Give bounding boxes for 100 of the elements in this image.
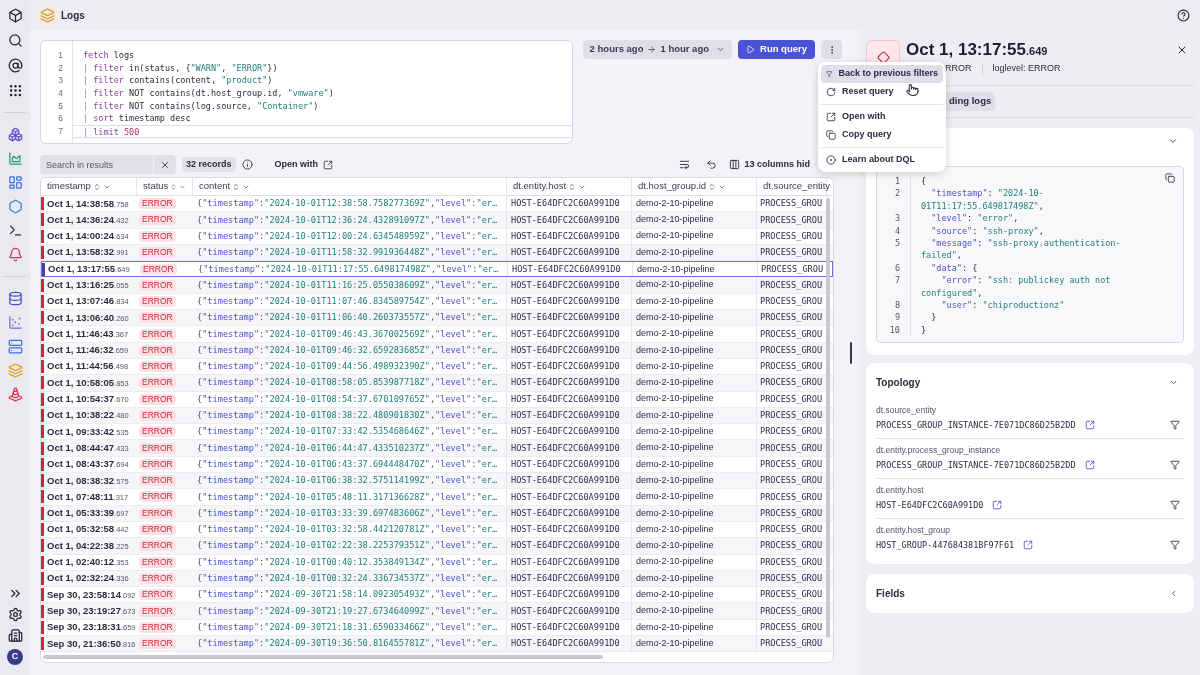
status-bar (41, 539, 44, 553)
content-cell: {"timestamp":"2024-10-01T11:16:25.055038609Z","level":"er… (197, 278, 498, 292)
query-editor[interactable] (40, 40, 573, 144)
section-title: Topology (876, 375, 921, 390)
host-group-cell-text: demo-2-10-pipeline (636, 588, 714, 601)
chevron-left-icon[interactable] (1169, 589, 1178, 599)
host-cell: HOST-E64DFC2C60A991D0 (511, 604, 620, 618)
database-icon[interactable] (7, 291, 23, 306)
line-number: 4 (893, 224, 901, 237)
column-header[interactable]: dt.host_group.id (632, 178, 757, 195)
content-cell: {"timestamp":"2024-10-01T12:38:58.758277369Z","level":"er… (197, 197, 498, 211)
filter-icon[interactable] (1170, 500, 1180, 511)
wrap-icon[interactable] (679, 159, 691, 170)
line-number: 9 (893, 311, 901, 324)
run-query-button[interactable]: Run query (738, 40, 815, 59)
scatter-chart-icon[interactable] (7, 315, 23, 330)
host-group-cell: demo-2-10-pipeline (636, 213, 714, 227)
info-icon[interactable] (241, 159, 253, 170)
clear-button[interactable] (154, 155, 176, 174)
column-header[interactable]: content (193, 178, 507, 195)
host-cell: HOST-E64DFC2C60A991D0 (511, 197, 620, 211)
status-badge: ERROR (139, 312, 176, 324)
status-bar (41, 409, 44, 422)
copy-icon[interactable] (1165, 173, 1175, 183)
undo-icon[interactable] (706, 159, 718, 170)
status-badge: ERROR (139, 230, 176, 242)
host-group-cell-text: demo-2-10-pipeline (636, 310, 714, 324)
area-chart-icon[interactable] (7, 151, 23, 166)
source-entity-cell: PROCESS_GROU (760, 360, 823, 374)
content-cell: {"timestamp":"2024-10-01T08:58:05.853987718Z","level":"er… (197, 376, 498, 390)
more-button[interactable] (821, 40, 842, 59)
source-entity-cell: PROCESS_GROU (760, 588, 823, 602)
open-icon[interactable] (1023, 540, 1034, 551)
dashboard-icon[interactable] (7, 175, 23, 190)
status-badge: ERROR (139, 214, 176, 226)
menu-item[interactable]: Learn about DQL (821, 151, 943, 169)
settings-icon[interactable] (7, 607, 23, 622)
open-with-button[interactable]: Open with (274, 157, 334, 172)
source-entity-cell: PROCESS_GROU (760, 376, 823, 390)
timeframe-button[interactable]: 2 hours ago 1 hour ago (582, 40, 732, 59)
status-badge: ERROR (139, 507, 176, 519)
search-icon[interactable] (7, 33, 23, 48)
code-line: "level": "error", (930, 212, 1019, 225)
menu-item[interactable]: Reset query (821, 83, 943, 101)
traffic-cone-icon[interactable] (7, 387, 23, 402)
building-icon[interactable] (7, 628, 23, 643)
timeframe-from: 2 hours ago (589, 42, 644, 57)
chevron-down-icon[interactable] (1168, 136, 1178, 146)
host-cell: HOST-E64DFC2C60A991D0 (511, 637, 620, 651)
line-number: 5 (893, 236, 901, 250)
server-icon[interactable] (7, 339, 23, 354)
line-number: 8 (893, 298, 901, 312)
resize-handle[interactable] (850, 341, 852, 364)
open-icon[interactable] (1084, 460, 1095, 471)
columns-button[interactable]: 13 columns hid (729, 157, 810, 172)
status-badge: ERROR (139, 377, 176, 389)
at-sign-icon[interactable] (7, 58, 23, 73)
status-badge: ERROR (139, 442, 176, 454)
close-icon[interactable] (1176, 44, 1188, 56)
menu-item[interactable]: Copy query (821, 126, 943, 144)
surrounding-logs-button[interactable]: ding logs (945, 92, 996, 111)
cube-logo-icon[interactable] (7, 8, 23, 23)
boxes-icon[interactable] (7, 127, 23, 142)
bell-icon[interactable] (7, 247, 23, 262)
line-number: 1 (57, 49, 64, 62)
filter-icon[interactable] (1170, 540, 1180, 551)
help-icon[interactable] (1177, 8, 1190, 22)
filter-icon[interactable] (1170, 420, 1180, 431)
open-icon[interactable] (1084, 420, 1095, 431)
code-line: | limit 500 (73, 125, 572, 138)
line-number: 1 (893, 175, 901, 188)
host-cell: HOST-E64DFC2C60A991D0 (511, 457, 620, 471)
column-header[interactable]: timestamp (41, 178, 137, 195)
open-icon[interactable] (992, 500, 1003, 511)
attribute-label: dt.source_entity (876, 404, 937, 418)
menu-item[interactable]: Open with (821, 108, 943, 126)
avatar[interactable]: C (7, 649, 23, 665)
content-cell: {"timestamp":"2024-10-01T09:44:56.498932390Z","level":"er… (197, 360, 498, 374)
close-icon (160, 159, 170, 170)
code-line: | sort timestamp desc (82, 112, 192, 126)
status-badge: ERROR (139, 572, 176, 584)
source-entity-cell: PROCESS_GROU (760, 213, 823, 227)
apps-grid-icon[interactable] (7, 83, 23, 98)
content-cell: {"timestamp":"2024-10-01T02:22:38.225379351Z","level":"er… (197, 539, 498, 553)
filter-icon[interactable] (1170, 460, 1180, 471)
terminal-icon[interactable] (7, 223, 23, 238)
host-group-cell-text: demo-2-10-pipeline (636, 522, 714, 536)
search-field[interactable]: Search in results (40, 155, 153, 174)
code-line: failed", (921, 249, 962, 262)
vertical-scrollbar[interactable] (826, 198, 830, 638)
source-entity-cell: PROCESS_GROU (760, 278, 823, 292)
column-header[interactable]: dt.entity.host (507, 178, 632, 195)
horizontal-scrollbar[interactable] (43, 655, 603, 659)
host-group-cell: demo-2-10-pipeline (636, 327, 714, 341)
column-header[interactable]: status (137, 178, 193, 195)
menu-item[interactable]: Back to previous filters (821, 65, 943, 83)
logs-app-icon (40, 7, 55, 23)
status-badge: ERROR (139, 426, 176, 438)
open-with-icon (323, 159, 334, 170)
hexagon-icon[interactable] (7, 199, 23, 214)
